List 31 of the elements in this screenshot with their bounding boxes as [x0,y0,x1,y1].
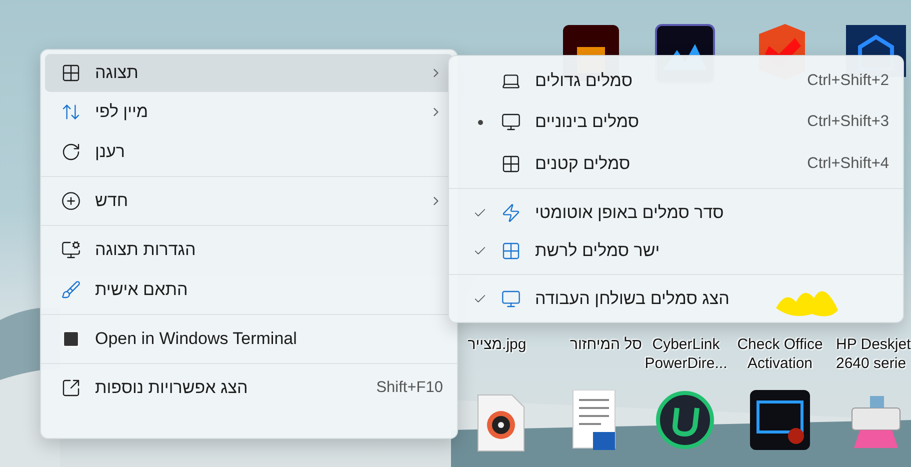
menu-item[interactable]: Open in Windows Terminal [45,319,453,359]
music-file-icon[interactable] [476,393,526,453]
lightning-icon [501,202,521,223]
brush-icon [61,280,81,300]
menu-item[interactable]: רענן [45,132,453,172]
submenu-item[interactable]: סדר סמלים באופן אוטומטי [453,193,899,232]
refresh-icon [61,142,81,162]
monitor-gear-icon [61,240,81,260]
submenu-item[interactable]: הצג סמלים בשולחן העבודה [453,279,899,318]
grid-align-icon [501,241,521,262]
menu-item[interactable]: הגדרות תצוגה [45,230,453,270]
desktop-icon-label: מצייר.jpg [468,335,526,354]
desktop-icon-label: Check Office Activation [737,335,823,373]
menu-item[interactable]: התאם אישית [45,270,453,310]
grid-icon [61,63,81,83]
menu-item[interactable]: חדש [45,181,453,221]
submenu-item[interactable]: ישר סמלים לרשת [453,232,899,270]
menu-item[interactable]: תצוגה [45,54,453,92]
grid-icon [501,154,521,174]
menu-item[interactable]: מיין לפי [45,92,453,132]
desktop-icon [501,288,521,309]
open-external-icon [61,378,81,398]
desktop-icon-label: HP Deskjet 2640 serie [836,335,911,373]
desktop-icon-label: CyberLink PowerDire... [644,335,728,373]
iobit-app-icon[interactable] [655,390,715,450]
desktop-icon-label: סל המיחזור [570,335,642,354]
sort-arrows-icon [61,102,81,122]
monitor-icon [501,112,521,132]
word-document-icon[interactable] [571,390,617,450]
video-app-icon[interactable] [750,390,810,450]
plus-circle-icon [61,191,81,211]
